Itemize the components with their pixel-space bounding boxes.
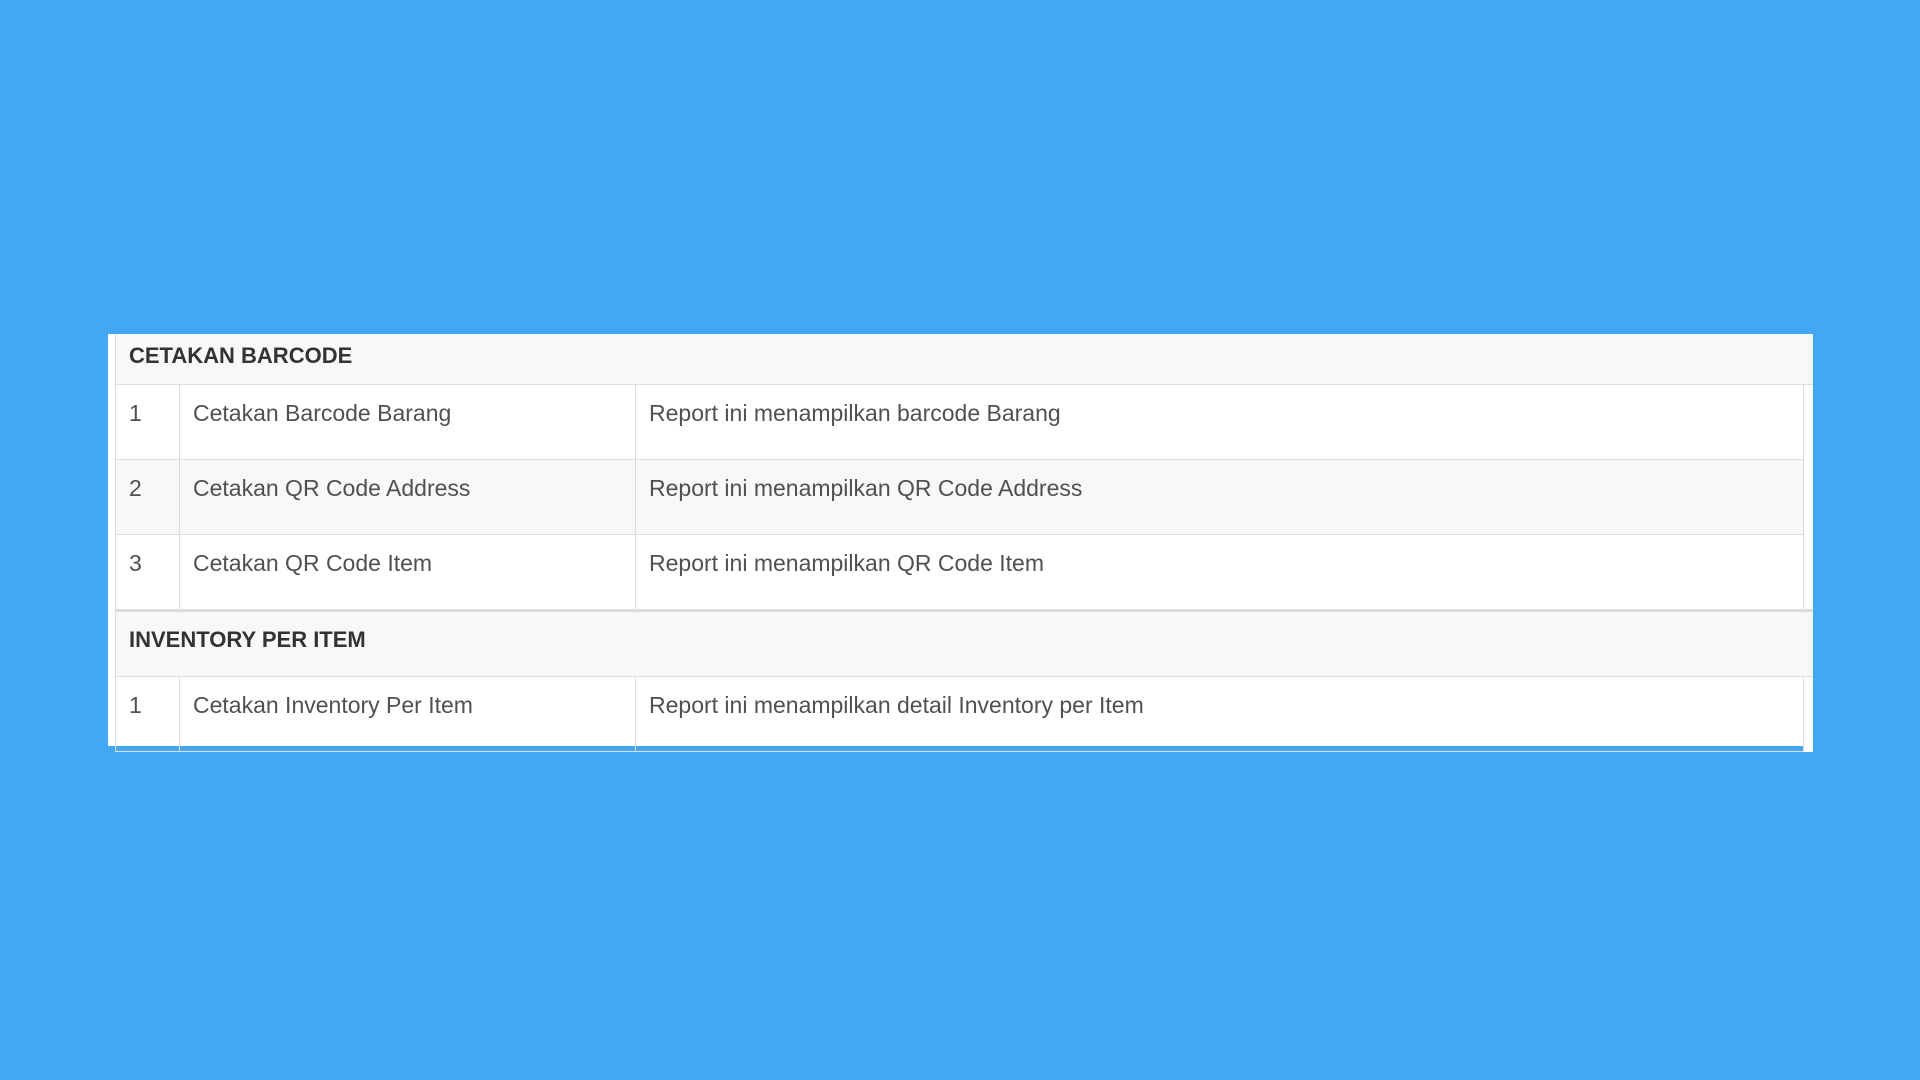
table-row: 1 Cetakan Barcode Barang Report ini mena… <box>115 384 1813 460</box>
row-number: 1 <box>115 676 180 752</box>
table-row: 3 Cetakan QR Code Item Report ini menamp… <box>115 534 1813 611</box>
report-description: Report ini menampilkan barcode Barang <box>635 384 1804 460</box>
report-table: CETAKAN BARCODE 1 Cetakan Barcode Barang… <box>114 334 1813 752</box>
table-row: 1 Cetakan Inventory Per Item Report ini … <box>115 676 1813 752</box>
report-panel: CETAKAN BARCODE 1 Cetakan Barcode Barang… <box>108 334 1813 752</box>
row-spacer <box>1802 676 1813 752</box>
row-spacer <box>1802 534 1813 611</box>
section-title: INVENTORY PER ITEM <box>114 609 1813 677</box>
row-number: 1 <box>115 384 180 460</box>
report-description: Report ini menampilkan QR Code Address <box>635 459 1804 535</box>
report-name: Cetakan QR Code Item <box>179 534 636 611</box>
section-header-cetakan-barcode: CETAKAN BARCODE <box>114 334 1813 385</box>
section-title: CETAKAN BARCODE <box>114 334 1813 385</box>
report-description: Report ini menampilkan QR Code Item <box>635 534 1804 611</box>
row-number: 2 <box>115 459 180 535</box>
report-name: Cetakan Inventory Per Item <box>179 676 636 752</box>
report-name: Cetakan Barcode Barang <box>179 384 636 460</box>
row-spacer <box>1802 459 1813 535</box>
report-description: Report ini menampilkan detail Inventory … <box>635 676 1804 752</box>
row-number: 3 <box>115 534 180 611</box>
section-header-inventory-per-item: INVENTORY PER ITEM <box>114 609 1813 677</box>
report-name: Cetakan QR Code Address <box>179 459 636 535</box>
table-row: 2 Cetakan QR Code Address Report ini men… <box>115 459 1813 535</box>
row-spacer <box>1802 384 1813 460</box>
